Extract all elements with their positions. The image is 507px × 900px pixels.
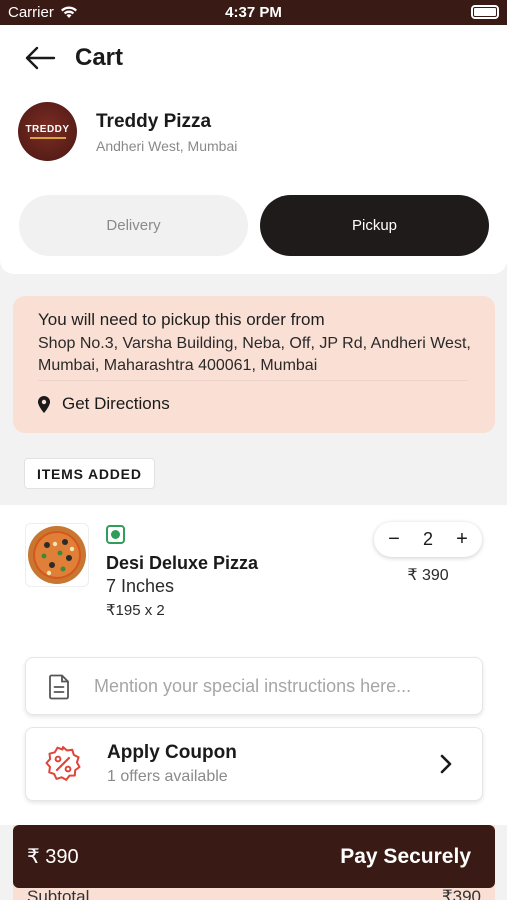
apply-coupon-button[interactable]: Apply Coupon 1 offers available — [25, 727, 483, 801]
quantity-stepper: − 2 + — [374, 522, 482, 557]
logo-text: TREDDY — [25, 124, 70, 135]
location-pin-icon — [38, 395, 50, 413]
item-total-price: ₹ 390 — [407, 567, 449, 584]
pizza-image — [25, 523, 89, 587]
item-unit-price: ₹195 x 2 — [106, 602, 165, 619]
chevron-right-icon — [440, 754, 452, 774]
delivery-toggle[interactable]: Delivery — [19, 195, 248, 256]
pickup-toggle[interactable]: Pickup — [260, 195, 489, 256]
special-instructions-input[interactable] — [94, 670, 464, 702]
increment-button[interactable]: + — [454, 528, 470, 551]
item-name: Desi Deluxe Pizza — [106, 553, 259, 573]
pickup-info-box: You will need to pickup this order from … — [13, 296, 495, 433]
pickup-address: Shop No.3, Varsha Building, Neba, Off, J… — [38, 335, 471, 374]
header: Cart — [0, 25, 507, 87]
pizza-icon — [28, 526, 86, 584]
subtotal-label: Subtotal — [27, 887, 90, 900]
cart-options: Apply Coupon 1 offers available — [0, 645, 507, 825]
decrement-button[interactable]: − — [386, 528, 402, 551]
pickup-title: You will need to pickup this order from — [38, 310, 325, 329]
special-instructions-field — [25, 657, 483, 715]
pay-securely-button[interactable]: ₹ 390 Pay Securely — [13, 825, 495, 888]
pay-label: Pay Securely — [340, 844, 471, 868]
page-title: Cart — [75, 44, 124, 71]
status-time: 4:37 PM — [225, 4, 282, 21]
restaurant-location: Andheri West, Mumbai — [96, 138, 238, 154]
cart-item: Desi Deluxe Pizza 7 Inches ₹195 x 2 − 2 … — [0, 505, 507, 645]
restaurant-logo: TREDDY — [18, 102, 77, 161]
subtotal-value: ₹390 — [441, 887, 481, 900]
battery-icon — [471, 5, 499, 19]
item-size: 7 Inches — [106, 576, 175, 596]
status-bar: Carrier 4:37 PM — [0, 0, 507, 25]
veg-indicator-icon — [106, 525, 125, 544]
divider — [38, 380, 468, 381]
pay-total: ₹ 390 — [27, 846, 79, 868]
quantity-value: 2 — [422, 529, 433, 549]
get-directions-label: Get Directions — [62, 394, 170, 413]
items-added-badge: ITEMS ADDED — [24, 458, 155, 489]
coupon-subtitle: 1 offers available — [107, 768, 228, 785]
get-directions-button[interactable]: Get Directions — [38, 394, 170, 414]
coupon-title: Apply Coupon — [107, 742, 237, 763]
restaurant-name: Treddy Pizza — [96, 111, 212, 132]
arrow-left-icon — [25, 46, 56, 70]
back-button[interactable] — [24, 45, 58, 71]
document-icon — [49, 674, 69, 700]
discount-badge-icon — [45, 746, 81, 781]
restaurant-card: TREDDY Treddy Pizza Andheri West, Mumbai… — [0, 87, 507, 274]
